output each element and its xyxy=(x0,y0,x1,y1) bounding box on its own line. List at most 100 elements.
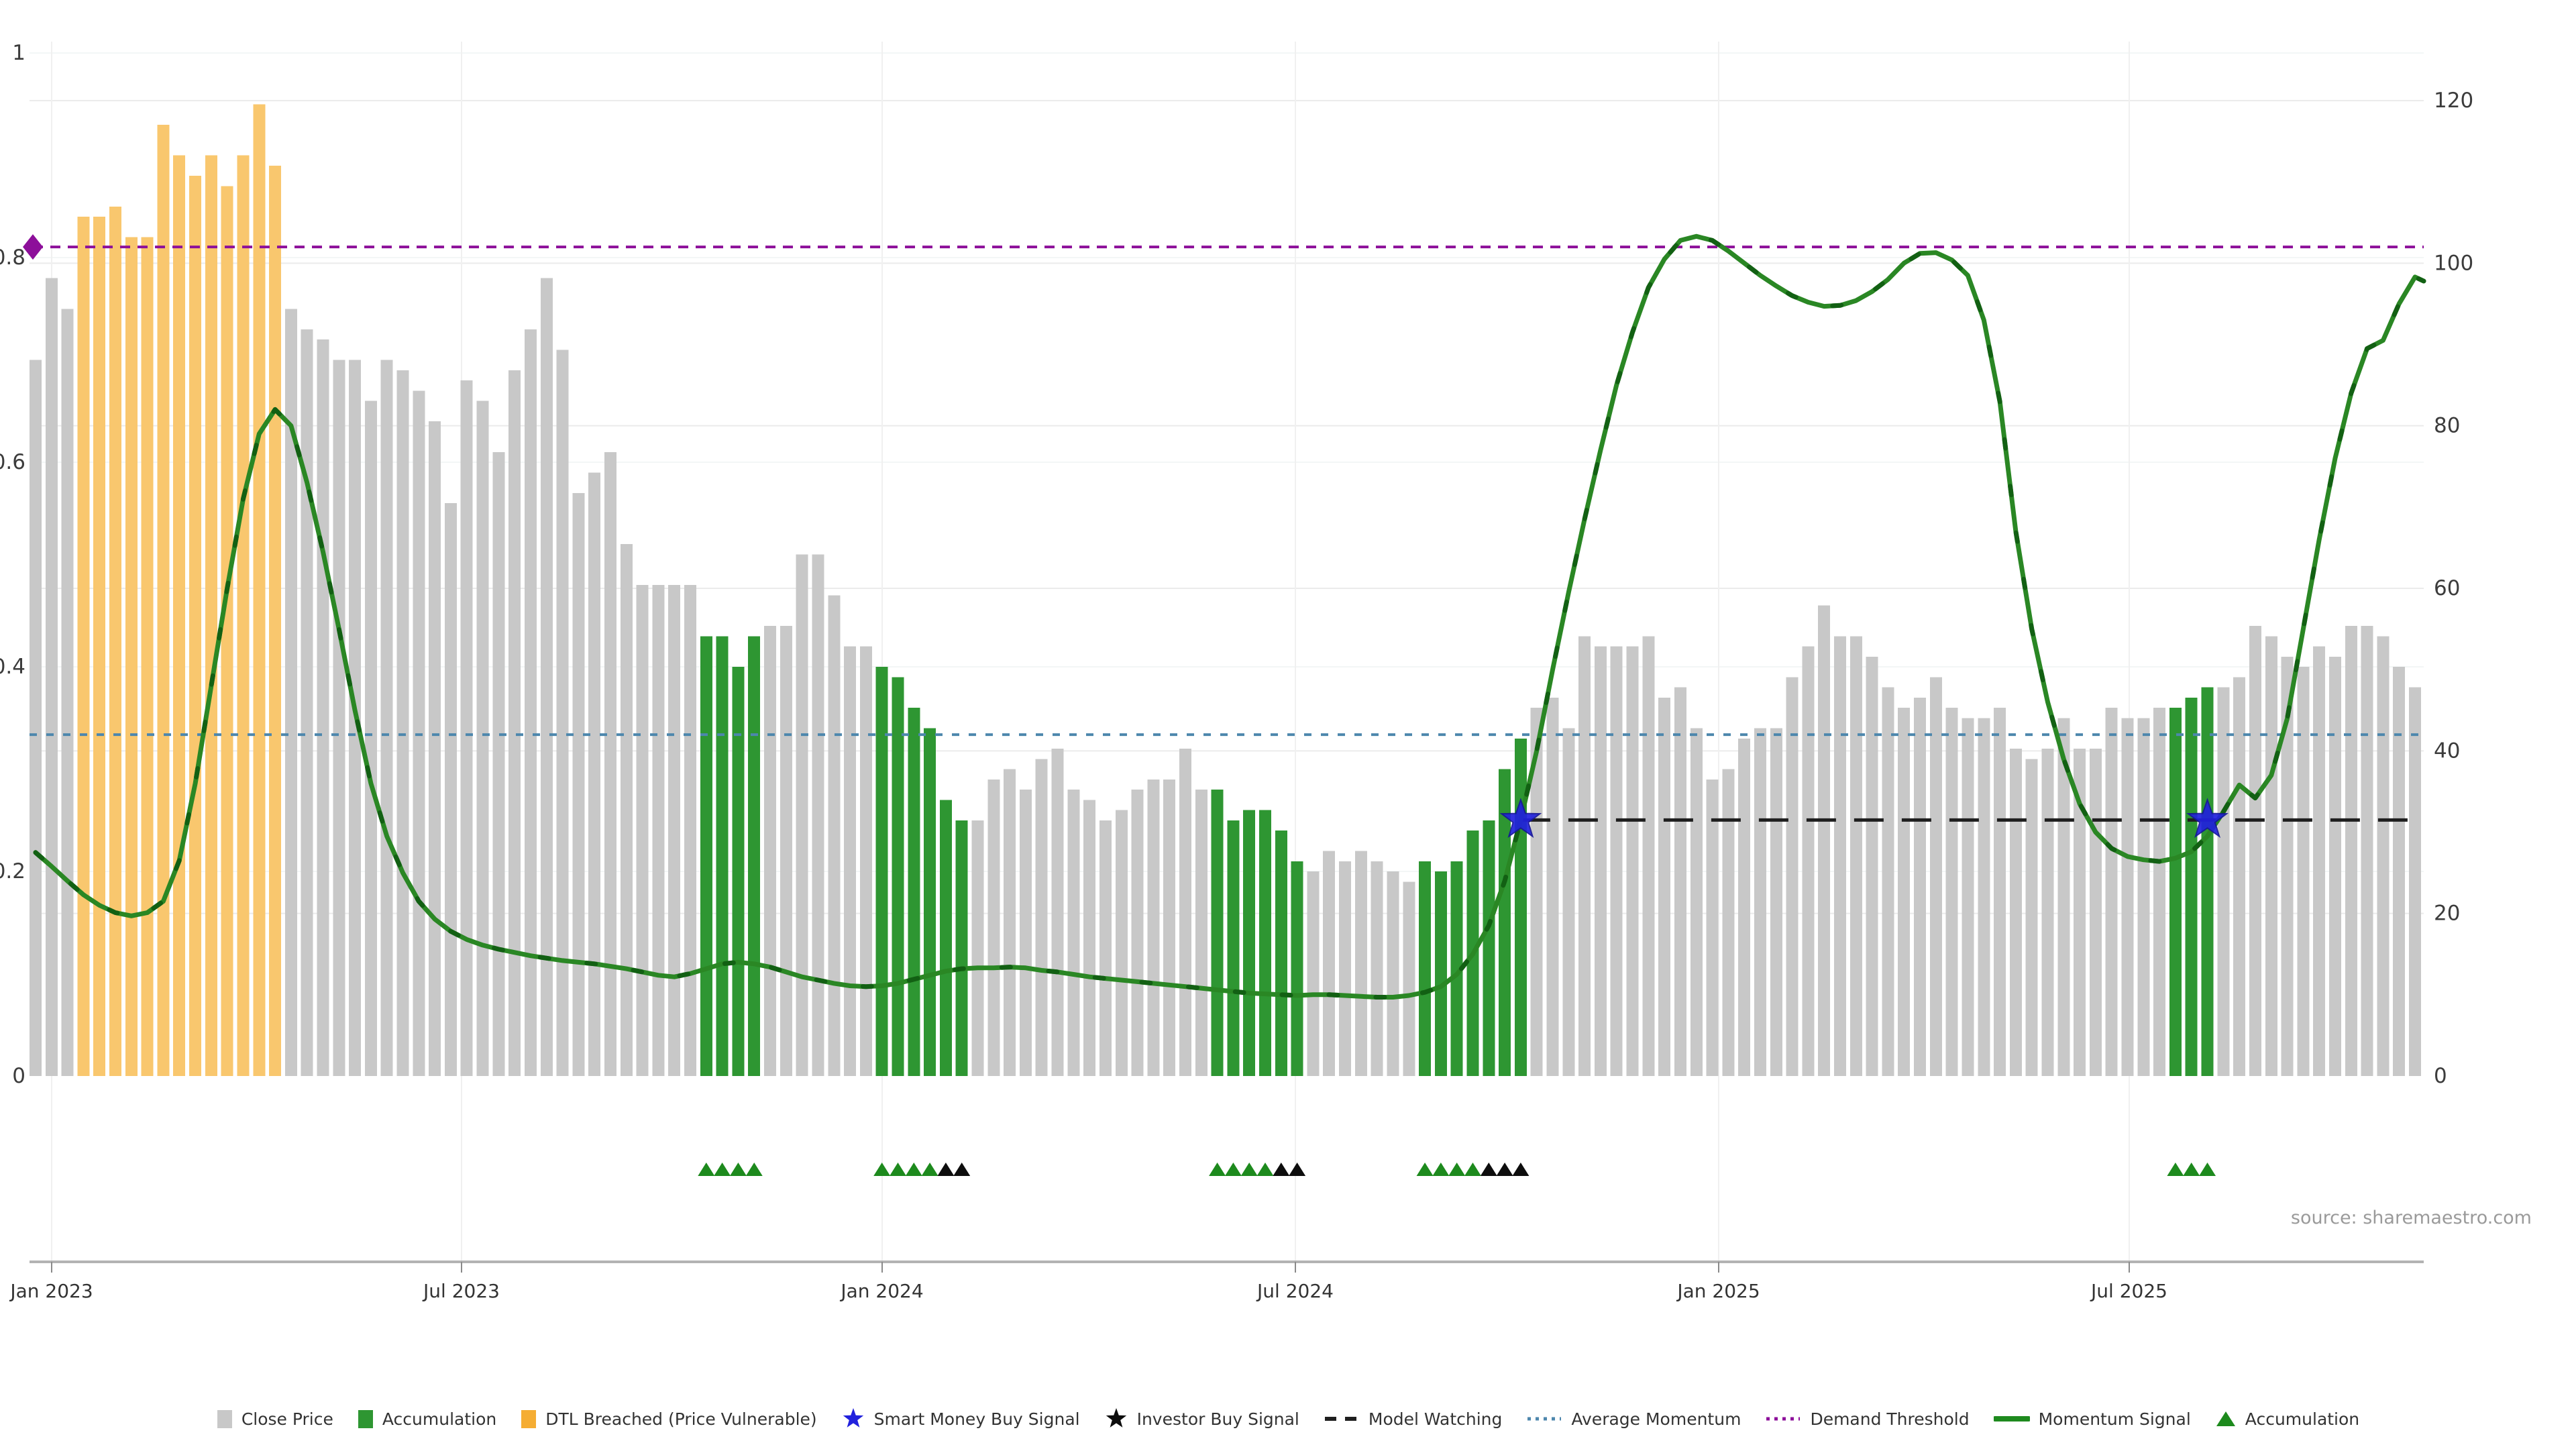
right-axis-label: 0 xyxy=(2434,1064,2447,1088)
accumulation-bar xyxy=(716,636,729,1076)
close-price-bar xyxy=(1147,780,1159,1076)
investor-buy-triangle-icon xyxy=(1497,1163,1513,1176)
close-price-bar xyxy=(2026,759,2038,1076)
accumulation-bar xyxy=(1275,830,1287,1076)
close-price-bar xyxy=(1387,871,1399,1076)
accumulation-bar xyxy=(1212,790,1224,1076)
close-price-bar xyxy=(1116,810,1128,1077)
investor-buy-triangle-icon xyxy=(1481,1163,1497,1176)
close-price-bar xyxy=(2265,636,2277,1076)
legend-item-dtl-breached: DTL Breached (Price Vulnerable) xyxy=(521,1407,816,1430)
close-price-bar xyxy=(525,329,537,1076)
source-caption: source: sharemaestro.com xyxy=(2291,1208,2532,1228)
dtl-breached-bar xyxy=(189,176,201,1076)
legend-label-model-watching: Model Watching xyxy=(1368,1409,1503,1429)
close-price-bar xyxy=(572,493,584,1076)
close-price-bar xyxy=(1866,657,1878,1076)
legend-label-investor-buy: Investor Buy Signal xyxy=(1137,1409,1299,1429)
close-price-bar xyxy=(445,503,457,1076)
legend-item-average-momentum: Average Momentum xyxy=(1526,1407,1741,1430)
close-price-bar xyxy=(764,626,776,1076)
dtl-breached-bar xyxy=(157,125,169,1076)
close-price-bar xyxy=(2361,626,2373,1076)
close-price-bar xyxy=(1707,780,1719,1076)
close-price-bar xyxy=(1818,606,1830,1077)
close-price-bar xyxy=(1083,800,1095,1076)
close-price-bar xyxy=(2393,667,2405,1076)
close-price-bar xyxy=(1786,677,1799,1076)
close-price-bar xyxy=(46,278,58,1077)
close-price-bar xyxy=(780,626,792,1076)
dtl-breached-bar xyxy=(173,156,185,1077)
accumulation-bar xyxy=(2169,708,2182,1076)
accumulation-bar xyxy=(924,729,936,1077)
legend-label-dtl-breached: DTL Breached (Price Vulnerable) xyxy=(545,1409,816,1429)
close-price-bar xyxy=(604,452,616,1076)
close-price-bar xyxy=(1067,790,1079,1076)
close-price-bar xyxy=(1004,769,1016,1077)
close-price-bar xyxy=(1690,729,1703,1077)
close-price-bar xyxy=(2249,626,2261,1076)
accumulation-triangle-icon xyxy=(1257,1163,1274,1176)
legend-item-investor-buy: Investor Buy Signal xyxy=(1104,1407,1299,1430)
close-price-bar xyxy=(828,595,840,1076)
accumulation-bar xyxy=(700,636,712,1076)
accumulation-triangle-icon xyxy=(2167,1163,2184,1176)
close-price-legend-icon xyxy=(217,1407,233,1430)
close-price-bar xyxy=(1323,851,1335,1077)
left-axis-label: 1 xyxy=(12,41,25,65)
accumulation-bar xyxy=(956,820,968,1076)
accumulation-triangle-icon xyxy=(1209,1163,1226,1176)
close-price-bar xyxy=(1658,698,1670,1076)
left-axis-label: 0.2 xyxy=(0,859,25,883)
close-price-bar xyxy=(860,647,872,1077)
momentum-chart-figure: Jan 2023Jul 2023Jan 2024Jul 2024Jan 2025… xyxy=(0,0,2576,1449)
close-price-bar xyxy=(637,585,649,1076)
close-price-bar xyxy=(1132,790,1144,1076)
accumulation-triangle-icon xyxy=(698,1163,714,1176)
accumulation-bar xyxy=(748,636,760,1076)
close-price-bar xyxy=(1179,749,1191,1076)
accumulation-bar xyxy=(1243,810,1255,1077)
right-axis-label: 120 xyxy=(2434,89,2473,113)
close-price-bar xyxy=(1834,636,1846,1076)
accumulation-triangle-icon xyxy=(2183,1163,2200,1176)
close-price-bar xyxy=(2233,677,2245,1076)
dtl-breached-bar xyxy=(77,217,89,1076)
legend-label-demand-threshold: Demand Threshold xyxy=(1810,1409,1969,1429)
accumulation-triangle-icon xyxy=(890,1163,906,1176)
accumulation-bar xyxy=(876,667,888,1076)
dtl-breached-legend-icon xyxy=(521,1407,537,1430)
close-price-bar xyxy=(1738,739,1750,1076)
close-price-bar xyxy=(397,370,409,1076)
close-price-bar xyxy=(1898,708,1910,1076)
close-price-bar xyxy=(2217,688,2229,1077)
close-price-bar xyxy=(652,585,664,1076)
close-price-bar xyxy=(301,329,313,1076)
left-axis-label: 0.6 xyxy=(0,450,25,474)
close-price-bar xyxy=(2329,657,2341,1076)
close-price-bar xyxy=(1946,708,1958,1076)
right-axis-label: 20 xyxy=(2434,902,2460,926)
close-price-bar xyxy=(2313,647,2325,1077)
close-price-bar xyxy=(1722,769,1734,1077)
close-price-bar xyxy=(1642,636,1654,1076)
dtl-breached-bar xyxy=(109,207,121,1076)
close-price-bar xyxy=(1099,820,1112,1076)
close-price-bar xyxy=(557,350,569,1076)
close-price-bar xyxy=(62,309,74,1076)
close-price-bar xyxy=(2041,749,2053,1076)
close-price-bar xyxy=(1595,647,1607,1077)
accumulation-bar xyxy=(732,667,744,1076)
close-price-bar xyxy=(333,360,345,1077)
accumulation-triangle-icon xyxy=(906,1163,922,1176)
accumulation-triangle-icon xyxy=(1448,1163,1465,1176)
close-price-bar xyxy=(987,780,1000,1076)
x-axis-label: Jul 2023 xyxy=(422,1280,500,1302)
close-price-bar xyxy=(812,554,824,1076)
close-price-bar xyxy=(1339,861,1351,1076)
close-price-bar xyxy=(1930,677,1942,1076)
accumulation-bar xyxy=(2202,688,2214,1077)
accumulation-bar xyxy=(1419,861,1431,1076)
close-price-bar xyxy=(1978,718,1990,1076)
